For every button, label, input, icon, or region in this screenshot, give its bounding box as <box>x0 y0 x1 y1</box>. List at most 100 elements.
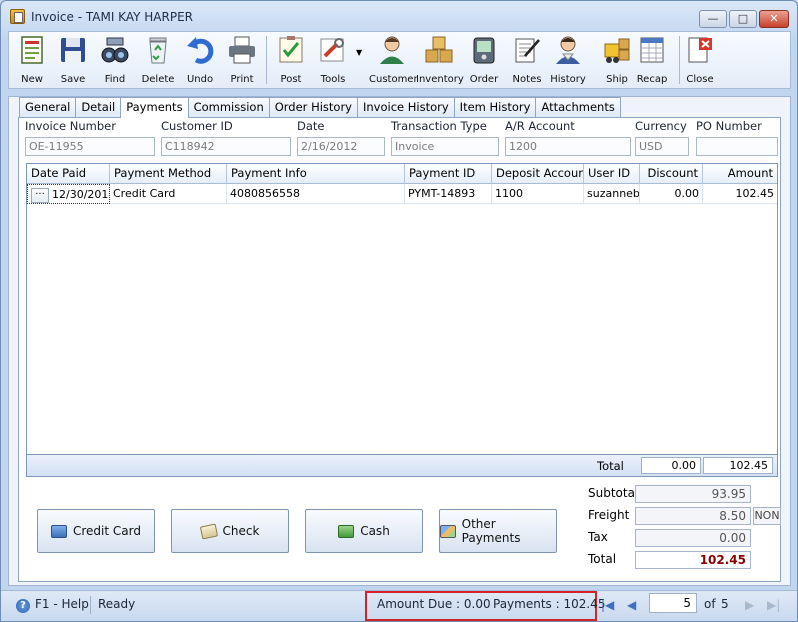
payments-grid: Date Paid Payment Method Payment Info Pa… <box>26 163 778 477</box>
close-button[interactable]: Close <box>677 34 723 85</box>
subtotal-value: 93.95 <box>635 485 751 503</box>
date-field: Date 2/16/2012 <box>297 119 385 156</box>
post-button[interactable]: Post <box>268 34 314 85</box>
tab-detail[interactable]: Detail <box>75 97 122 117</box>
user-id-cell[interactable]: suzanneb <box>584 184 640 204</box>
credit-card-icon <box>51 524 67 538</box>
currency-input[interactable]: USD <box>635 137 689 156</box>
close-window-button[interactable]: ✕ <box>759 10 789 28</box>
po-number-input[interactable] <box>696 137 778 156</box>
toolbar-label: Close <box>686 74 714 85</box>
print-button[interactable]: Print <box>219 34 265 85</box>
tab-general[interactable]: General <box>19 97 77 117</box>
other-payments-button[interactable]: Other Payments <box>439 509 557 553</box>
inventory-button[interactable]: Inventory <box>416 34 464 85</box>
date-paid-value: 12/30/2011 <box>52 188 110 201</box>
tools-button[interactable]: Tools <box>310 34 356 85</box>
check-button[interactable]: Check <box>171 509 289 553</box>
amount-cell[interactable]: 102.45 <box>703 184 777 204</box>
toolbar-label: Post <box>280 74 302 85</box>
notes-button[interactable]: Notes <box>504 34 550 85</box>
column-header-deposit-account[interactable]: Deposit Account <box>492 164 584 184</box>
transaction-type-input[interactable]: Invoice <box>391 137 499 156</box>
find-button[interactable]: Find <box>92 34 138 85</box>
order-device-icon <box>473 37 495 64</box>
tools-dropdown-arrow-icon[interactable]: ▼ <box>356 48 362 57</box>
ar-account-input[interactable]: 1200 <box>505 137 631 156</box>
recap-button[interactable]: Recap <box>629 34 675 85</box>
discount-total: 0.00 <box>641 457 701 474</box>
credit-card-label: Credit Card <box>73 524 141 538</box>
total-label: Total <box>588 552 617 566</box>
ar-account-label: A/R Account <box>505 119 575 133</box>
currency-label: Currency <box>635 119 687 133</box>
payment-id-cell[interactable]: PYMT-14893 <box>405 184 492 204</box>
notes-pen-icon <box>515 38 540 63</box>
column-header-payment-info[interactable]: Payment Info <box>227 164 405 184</box>
toolbar-label: Notes <box>512 74 542 85</box>
column-header-discount[interactable]: Discount <box>640 164 703 184</box>
freight-code[interactable]: NON <box>753 507 781 525</box>
save-button[interactable]: Save <box>50 34 96 85</box>
po-number-field: PO Number <box>696 119 778 156</box>
tab-payments[interactable]: Payments <box>120 97 189 118</box>
minimize-button[interactable]: — <box>699 10 727 28</box>
credit-card-button[interactable]: Credit Card <box>37 509 155 553</box>
toolbar-label: Print <box>230 74 254 85</box>
ellipsis-button[interactable]: ··· <box>31 187 49 203</box>
page-of-label: of <box>704 597 716 611</box>
title-bar: Invoice - TAMI KAY HARPER — □ ✕ <box>1 1 797 31</box>
page-number-input[interactable]: 5 <box>649 593 697 613</box>
last-record-icon[interactable]: ▶| <box>767 598 780 612</box>
column-header-date-paid[interactable]: Date Paid <box>27 164 110 184</box>
column-header-amount[interactable]: Amount <box>703 164 777 184</box>
tab-item-history[interactable]: Item History <box>453 97 537 117</box>
help-icon[interactable]: ? <box>16 599 30 613</box>
deposit-account-cell[interactable]: 1100 <box>492 184 584 204</box>
column-header-user-id[interactable]: User ID <box>584 164 640 184</box>
first-record-icon[interactable]: |◀ <box>601 598 614 612</box>
payment-info-cell[interactable]: 4080856558 <box>227 184 405 204</box>
other-payments-label: Other Payments <box>461 517 521 545</box>
customer-id-input[interactable]: C118942 <box>161 137 291 156</box>
table-row[interactable]: ··· 12/30/2011 Credit Card 4080856558 PYM… <box>27 184 777 204</box>
customer-button[interactable]: Customer <box>369 34 418 85</box>
order-button[interactable]: Order <box>461 34 507 85</box>
maximize-button[interactable]: □ <box>729 10 757 28</box>
history-person-icon <box>556 36 580 64</box>
date-input[interactable]: 2/16/2012 <box>297 137 385 156</box>
customer-id-field: Customer ID C118942 <box>161 119 291 156</box>
transaction-type-label: Transaction Type <box>391 119 487 133</box>
main-toolbar: New Save Find Delete Undo Print Post Too… <box>8 31 791 89</box>
ar-account-field: A/R Account 1200 <box>505 119 631 156</box>
column-header-payment-id[interactable]: Payment ID <box>405 164 492 184</box>
tab-order-history[interactable]: Order History <box>268 97 358 117</box>
tab-commission[interactable]: Commission <box>187 97 270 117</box>
toolbar-label: New <box>21 74 43 85</box>
undo-button[interactable]: Undo <box>177 34 223 85</box>
next-record-icon[interactable]: ▶ <box>745 598 754 612</box>
amount-summary-highlight: Amount Due : 0.00 Payments : 102.45 <box>365 591 605 621</box>
column-header-payment-method[interactable]: Payment Method <box>110 164 227 184</box>
tab-attachments[interactable]: Attachments <box>535 97 621 117</box>
discount-cell[interactable]: 0.00 <box>640 184 703 204</box>
payments-total: Payments : 102.45 <box>493 597 606 611</box>
invoice-number-label: Invoice Number <box>25 119 116 133</box>
tax-label: Tax <box>588 530 608 544</box>
previous-record-icon[interactable]: ◀ <box>627 598 636 612</box>
tax-value: 0.00 <box>635 529 751 547</box>
new-button[interactable]: New <box>9 34 55 85</box>
freight-label: Freight <box>588 508 630 522</box>
invoice-window: Invoice - TAMI KAY HARPER — □ ✕ New Save… <box>0 0 798 622</box>
payment-method-cell[interactable]: Credit Card <box>110 184 227 204</box>
inventory-boxes-icon <box>425 36 453 63</box>
cash-button[interactable]: Cash <box>305 509 423 553</box>
date-paid-cell[interactable]: ··· 12/30/2011 <box>27 184 110 204</box>
check-icon <box>199 522 218 540</box>
delete-button[interactable]: Delete <box>135 34 181 85</box>
invoice-number-input[interactable]: OE-11955 <box>25 137 155 156</box>
freight-value[interactable]: 8.50 <box>635 507 751 525</box>
customer-person-icon <box>380 36 404 64</box>
tab-invoice-history[interactable]: Invoice History <box>356 97 455 117</box>
history-button[interactable]: History <box>545 34 591 85</box>
